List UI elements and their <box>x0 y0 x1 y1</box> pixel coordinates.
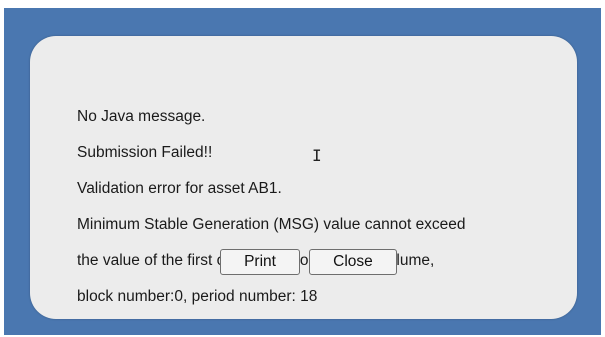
message-line-3: Validation error for asset AB1. <box>77 180 282 197</box>
error-dialog: No Java message. Submission Failed!! Val… <box>30 36 577 319</box>
text-cursor-icon: I <box>312 146 322 165</box>
error-message: No Java message. Submission Failed!! Val… <box>77 90 547 324</box>
dialog-buttons: Print Close <box>30 249 577 277</box>
message-line-1: No Java message. <box>77 108 206 125</box>
message-line-6: block number:0, period number: 18 <box>77 288 318 305</box>
message-line-4: Minimum Stable Generation (MSG) value ca… <box>77 216 466 233</box>
close-button[interactable]: Close <box>309 249 397 275</box>
print-button[interactable]: Print <box>220 249 300 275</box>
background-frame: No Java message. Submission Failed!! Val… <box>4 8 601 335</box>
